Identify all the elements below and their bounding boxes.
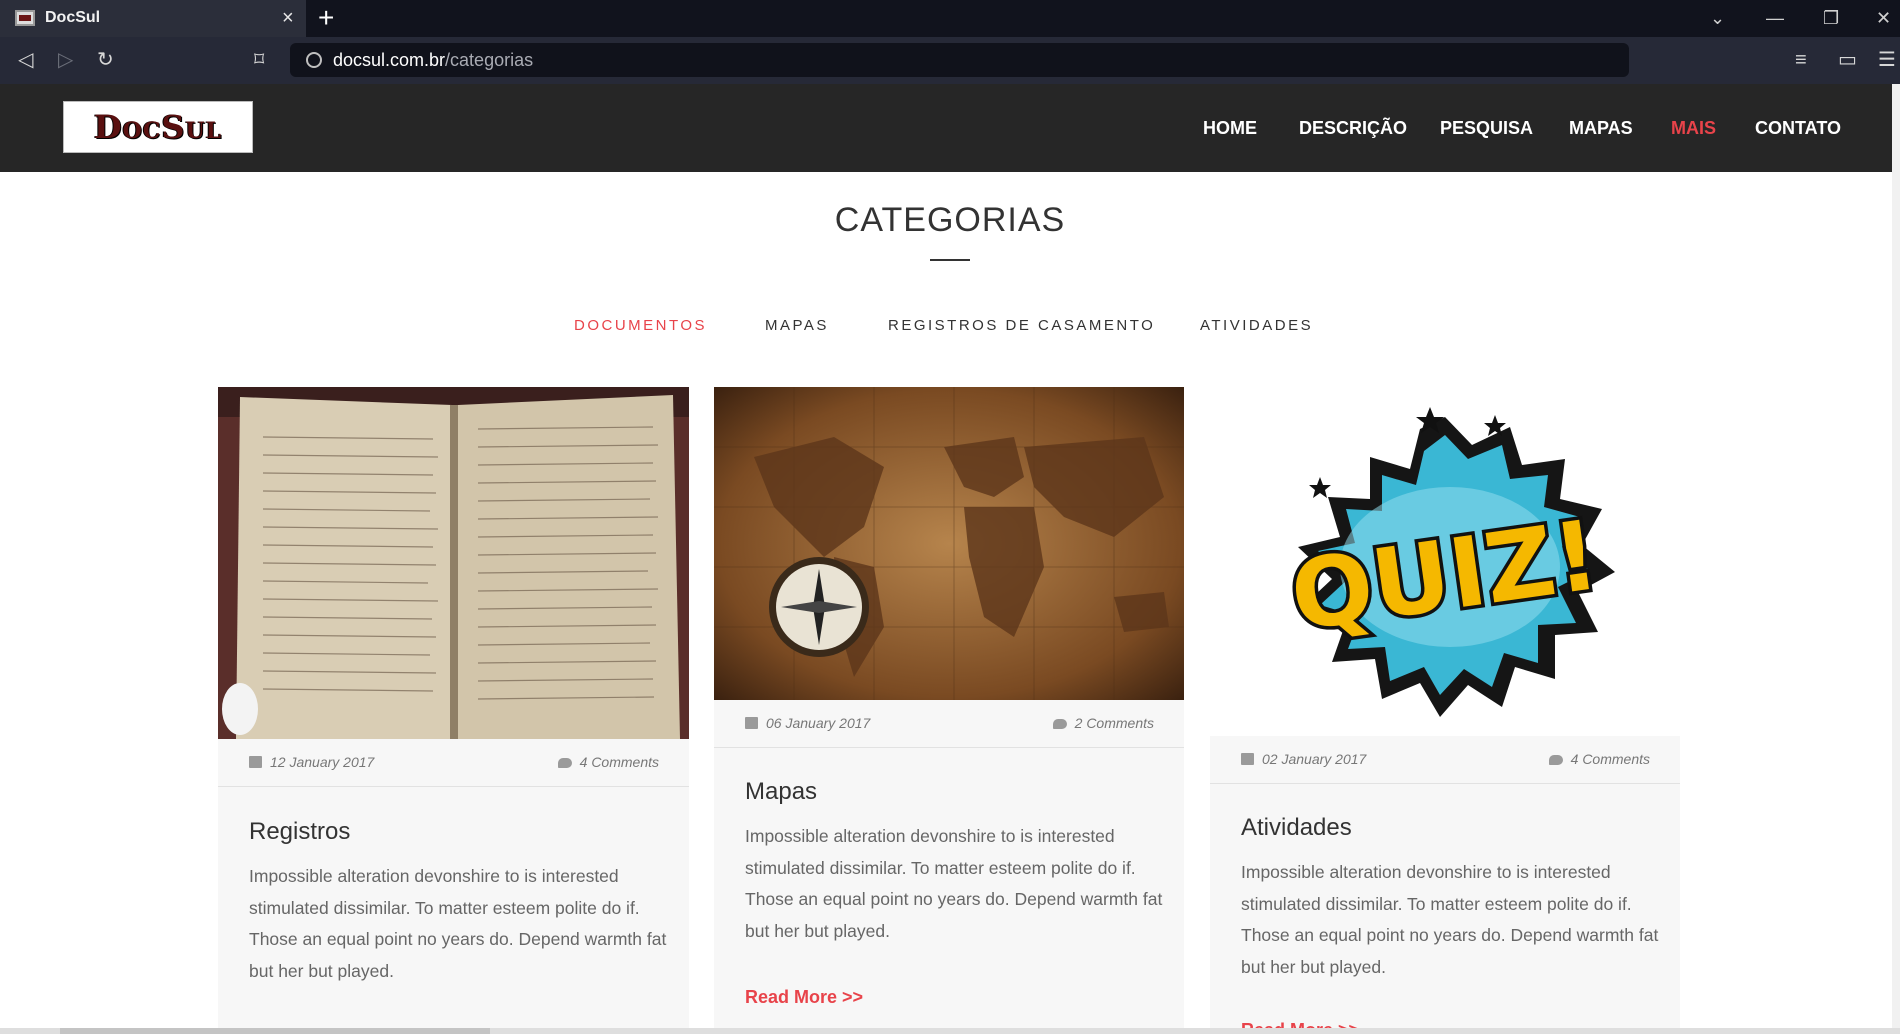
post-comments-text: 4 Comments <box>1570 751 1650 767</box>
filter-documentos[interactable]: DOCUMENTOS <box>574 316 707 336</box>
card-meta: 12 January 2017 4 Comments <box>218 739 689 787</box>
old-book-image[interactable] <box>218 387 689 739</box>
category-card-mapas: 06 January 2017 2 Comments Mapas Impossi… <box>714 387 1184 1034</box>
post-date-text: 12 January 2017 <box>270 754 375 770</box>
url-text: docsul.com.br/categorias <box>333 49 533 71</box>
category-card-registros: 12 January 2017 4 Comments Registros Imp… <box>218 387 689 1034</box>
post-comments[interactable]: 4 Comments <box>1548 751 1650 767</box>
browser-tab-bar: DocSul × + ⌄ — ❐ ✕ <box>0 0 1900 37</box>
logo-text: DocSul <box>93 108 223 146</box>
menu-item-descricao[interactable]: DESCRIÇÃO <box>1299 116 1407 140</box>
close-tab-icon[interactable]: × <box>282 6 294 30</box>
site-logo[interactable]: DocSul <box>63 101 253 153</box>
page-title: CATEGORIAS <box>834 201 1066 239</box>
forward-icon[interactable]: ▷ <box>58 46 73 74</box>
card-meta: 02 January 2017 4 Comments <box>1210 736 1680 784</box>
menu-icon[interactable]: ☰ <box>1878 46 1896 74</box>
card-excerpt: Impossible alteration devonshire to is i… <box>249 866 667 981</box>
comments-icon <box>557 758 572 768</box>
post-comments[interactable]: 2 Comments <box>1052 715 1154 731</box>
card-title[interactable]: Mapas <box>745 777 817 807</box>
close-window-icon[interactable]: ✕ <box>1876 4 1891 32</box>
calendar-icon <box>745 717 758 729</box>
filter-atividades[interactable]: ATIVIDADES <box>1200 316 1313 336</box>
browser-tab[interactable]: DocSul × <box>0 0 306 37</box>
menu-item-mapas[interactable]: MAPAS <box>1569 116 1633 140</box>
post-date: 06 January 2017 <box>745 715 870 731</box>
read-more-link[interactable]: Read More >> <box>745 987 863 1008</box>
minimize-icon[interactable]: — <box>1766 4 1784 32</box>
vertical-scrollbar[interactable] <box>1892 84 1900 1028</box>
tab-list-icon[interactable]: ⌄ <box>1710 4 1725 32</box>
title-divider <box>930 259 970 261</box>
url-host: docsul.com.br <box>333 50 446 70</box>
post-date-text: 06 January 2017 <box>766 715 871 731</box>
site-header: DocSul HOME DESCRIÇÃO PESQUISA MAPAS MAI… <box>0 84 1900 172</box>
menu-item-pesquisa[interactable]: PESQUISA <box>1440 116 1533 140</box>
filter-mapas[interactable]: MAPAS <box>765 316 829 336</box>
calendar-icon <box>1241 753 1254 765</box>
post-date: 12 January 2017 <box>249 754 374 770</box>
quiz-burst-image[interactable]: QUIZ! <box>1210 387 1680 736</box>
card-excerpt: Impossible alteration devonshire to is i… <box>1241 862 1659 977</box>
card-meta: 06 January 2017 2 Comments <box>714 700 1184 748</box>
menu-item-home[interactable]: HOME <box>1203 116 1257 140</box>
bookmark-icon[interactable]: ⌑ <box>254 46 264 74</box>
site-info-icon[interactable] <box>306 52 322 68</box>
post-date-text: 02 January 2017 <box>1262 751 1367 767</box>
category-card-atividades: QUIZ! 02 January 2017 4 Comments Ativida… <box>1210 387 1680 1034</box>
new-tab-button[interactable]: + <box>318 3 334 33</box>
back-icon[interactable]: ◁ <box>18 46 33 74</box>
post-date: 02 January 2017 <box>1241 751 1366 767</box>
post-comments[interactable]: 4 Comments <box>557 754 659 770</box>
browser-nav-bar: ◁ ▷ ↻ ⌑ docsul.com.br/categorias ≡ ▭ ☰ <box>0 37 1900 84</box>
horizontal-scrollbar[interactable] <box>0 1028 1900 1034</box>
comments-icon <box>1548 755 1563 765</box>
address-bar[interactable]: docsul.com.br/categorias <box>290 43 1629 77</box>
url-path: /categorias <box>445 50 534 70</box>
tab-title: DocSul <box>45 9 101 26</box>
wallet-icon[interactable]: ▭ <box>1838 46 1857 74</box>
antique-map-image[interactable] <box>714 387 1184 700</box>
restore-icon[interactable]: ❐ <box>1823 4 1839 32</box>
menu-item-contato[interactable]: CONTATO <box>1755 116 1841 140</box>
filter-registros-de-casamento[interactable]: REGISTROS DE CASAMENTO <box>888 316 1155 336</box>
comments-icon <box>1052 719 1067 729</box>
menu-item-mais[interactable]: MAIS <box>1671 116 1716 140</box>
card-title[interactable]: Atividades <box>1241 813 1352 843</box>
playlist-icon[interactable]: ≡ <box>1795 46 1807 74</box>
favicon-icon <box>15 10 35 26</box>
card-title[interactable]: Registros <box>249 817 350 847</box>
post-comments-text: 4 Comments <box>579 754 659 770</box>
post-comments-text: 2 Comments <box>1074 715 1154 731</box>
calendar-icon <box>249 756 262 768</box>
card-excerpt: Impossible alteration devonshire to is i… <box>745 826 1163 941</box>
reload-icon[interactable]: ↻ <box>97 46 114 74</box>
scrollbar-thumb[interactable] <box>60 1028 490 1034</box>
